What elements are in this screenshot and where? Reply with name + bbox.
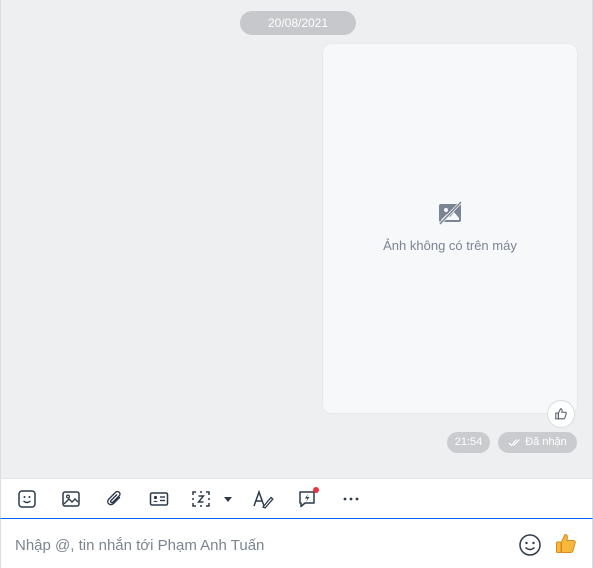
image-unavailable-text: Ảnh không có trên máy (383, 238, 517, 253)
message-status: Đã nhận (498, 432, 577, 453)
contact-card-icon (149, 492, 169, 506)
more-button[interactable] (339, 487, 363, 511)
image-button[interactable] (59, 487, 83, 511)
notification-dot (313, 487, 319, 493)
smiley-icon (519, 534, 541, 556)
screenshot-button[interactable] (191, 487, 233, 511)
message-time: 21:54 (447, 432, 490, 453)
more-icon (343, 497, 359, 501)
chevron-down-icon (224, 497, 232, 502)
composer-toolbar (0, 478, 593, 518)
message-composer (0, 518, 593, 568)
screenshot-icon (192, 491, 210, 507)
sticker-button[interactable] (15, 487, 39, 511)
quick-message-button[interactable] (295, 487, 319, 511)
image-message[interactable]: Ảnh không có trên máy (323, 44, 577, 413)
text-format-icon (253, 489, 274, 509)
broken-image-icon (436, 199, 464, 227)
emoji-button[interactable] (518, 533, 542, 557)
thumbs-up-icon (556, 533, 576, 553)
thumbs-up-outline-icon (555, 408, 567, 420)
message-status-text: Đã nhận (525, 436, 567, 448)
sticker-icon (18, 490, 36, 508)
contact-card-button[interactable] (147, 487, 171, 511)
reaction-button[interactable] (547, 400, 575, 428)
text-format-button[interactable] (251, 487, 275, 511)
date-separator: 20/08/2021 (240, 11, 356, 35)
chat-messages-area[interactable]: 20/08/2021 Ảnh không có trên máy 21:54 Đ… (0, 0, 593, 478)
send-like-button[interactable] (554, 532, 578, 556)
image-icon (62, 491, 80, 507)
attachment-button[interactable] (103, 487, 127, 511)
attachment-icon (107, 490, 121, 506)
double-check-icon (508, 439, 521, 447)
message-input[interactable] (15, 535, 495, 555)
image-unavailable-placeholder: Ảnh không có trên máy (323, 199, 577, 253)
